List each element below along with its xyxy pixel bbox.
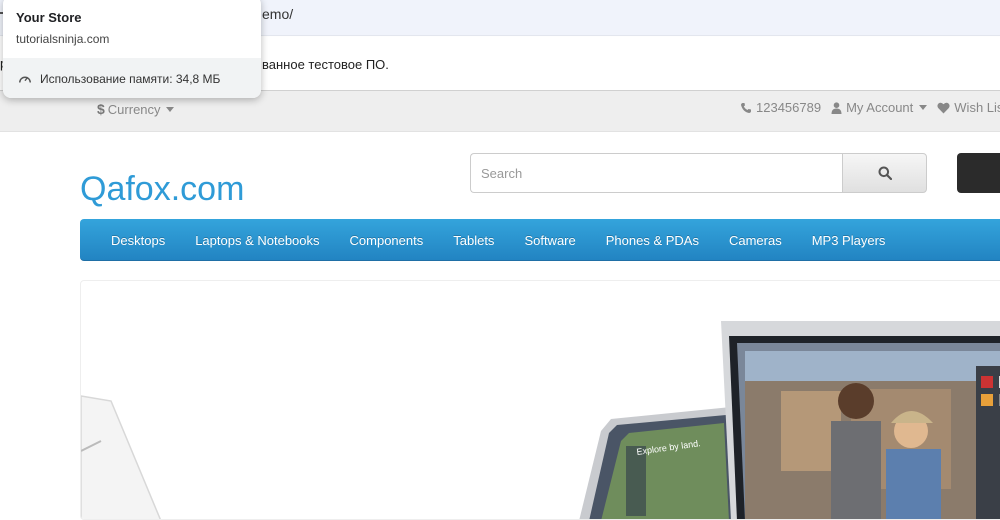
menu-item[interactable]: Desktops [96,233,180,248]
search-button[interactable] [842,153,927,193]
menu-list: Desktops Laptops & Notebooks Components Tab… [96,219,900,261]
menu-item[interactable]: Software [509,233,590,248]
banner-devices-illustration: Explore by land. [81,321,1000,519]
phone-number: 123456789 [756,100,822,115]
wish-list-label: Wish List [954,100,1000,115]
heart-icon [937,102,950,113]
phone-icon [741,102,751,113]
my-account-label: My Account [846,100,914,115]
address-url-text[interactable]: emo/ [262,6,293,22]
user-icon [831,101,842,114]
caret-down-icon [165,106,174,112]
caret-down-icon [919,105,928,110]
menu-item[interactable]: Laptops & Notebooks [180,233,334,248]
wish-list-link[interactable]: Wish List [937,100,1000,115]
menu-item[interactable]: Components [335,233,439,248]
main-menu: Desktops Laptops & Notebooks Components Tab… [80,219,1000,261]
menu-item[interactable]: Phones & PDAs [591,233,714,248]
site-logo[interactable]: Qafox.com [80,170,244,209]
phone-link[interactable]: 123456789 [740,100,821,115]
cart-button[interactable] [957,153,1000,193]
currency-dropdown[interactable]: $ Currency [97,101,174,117]
menu-item[interactable]: Cameras [714,233,797,248]
tab-hover-domain: tutorialsninja.com [16,32,110,46]
search-icon [878,166,892,180]
currency-label: Currency [107,101,161,117]
my-account-dropdown[interactable]: My Account [831,100,928,115]
slideshow-banner[interactable]: Explore by land. [80,280,1000,520]
tab-hover-title: Your Store [16,10,82,25]
tab-hover-card: Your Store tutorialsninja.com Использова… [3,0,261,98]
tab-hover-memory-row: Использование памяти: 34,8 МБ [3,58,261,98]
info-bar-text: ванное тестовое ПО. [262,57,389,72]
menu-item[interactable]: MP3 Players [797,233,901,248]
tab-hover-memory-text: Использование памяти: 34,8 МБ [40,72,221,86]
menu-item[interactable]: Tablets [438,233,509,248]
currency-symbol: $ [97,101,105,117]
search-input[interactable] [470,153,843,193]
top-links: 123456789 My Account Wish List [740,100,1000,115]
speedometer-icon [19,76,31,83]
